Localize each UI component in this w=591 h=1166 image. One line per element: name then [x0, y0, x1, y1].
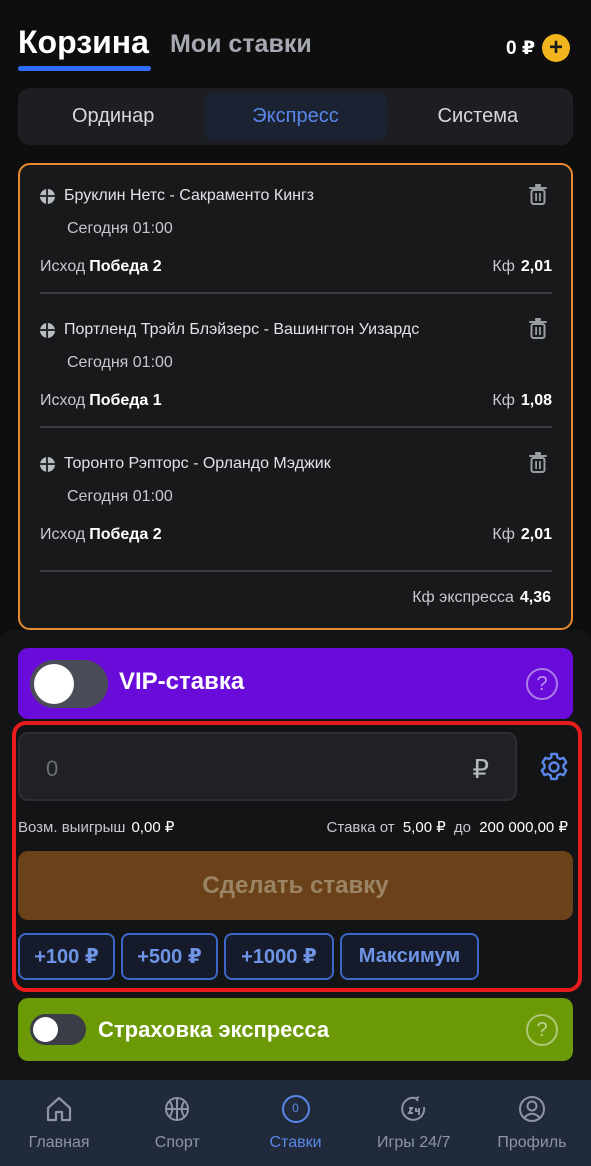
nav-label: Ставки — [269, 1134, 322, 1151]
odds-label: Кф — [492, 526, 515, 543]
outcome-value: Победа 2 — [89, 526, 162, 543]
express-odds: Кф экспресса 4,36 — [412, 589, 551, 607]
tab-cart[interactable]: Корзина — [18, 24, 149, 61]
profile-icon — [518, 1096, 545, 1122]
insurance-label: Страховка экспресса — [98, 1017, 330, 1042]
possible-win-value: 0,00 ₽ — [131, 819, 175, 836]
divider — [40, 570, 552, 572]
stake-amount-input[interactable]: 0 ₽ — [18, 732, 517, 801]
vip-bet-panel: VIP-ставка ? — [18, 648, 573, 719]
bet-event-time: Сегодня 01:00 — [67, 354, 173, 371]
outcome-label: Исход — [40, 526, 86, 543]
outcome-label: Исход — [40, 392, 86, 409]
place-bet-button[interactable]: Сделать ставку — [18, 851, 573, 920]
possible-win-label: Возм. выигрыш — [18, 819, 126, 836]
stake-limits: Ставка от 5,00 ₽ до 200 000,00 ₽ — [327, 818, 572, 836]
odds-value: 1,08 — [520, 392, 552, 409]
header: Корзина Мои ставки 0 ₽ + — [0, 0, 591, 80]
toggle-knob — [34, 664, 74, 704]
nav-home[interactable]: Главная — [0, 1080, 118, 1166]
vip-toggle[interactable] — [30, 660, 108, 708]
stake-max-value: 200 000,00 ₽ — [479, 819, 568, 836]
help-icon[interactable]: ? — [526, 1014, 558, 1046]
quick-add-1000-button[interactable]: +1000 ₽ — [224, 933, 334, 980]
help-icon[interactable]: ? — [526, 668, 558, 700]
balance-amount: 0 ₽ — [506, 38, 536, 59]
stake-min-label: Ставка от — [326, 819, 395, 836]
basketball-icon — [40, 188, 55, 204]
quick-add-500-button[interactable]: +500 ₽ — [121, 933, 218, 980]
odds-value: 2,01 — [520, 526, 552, 543]
outcome-value: Победа 2 — [89, 258, 162, 275]
bet-event-title: Торонто Рэпторс - Орландо Мэджик — [64, 455, 331, 472]
stake-amount-value: 0 — [46, 756, 59, 781]
divider — [40, 426, 552, 428]
basketball-icon — [40, 322, 55, 338]
odds-label: Кф — [492, 392, 515, 409]
trash-icon[interactable] — [528, 183, 548, 205]
segment-system[interactable]: Система — [387, 92, 569, 141]
odds-value: 2,01 — [520, 258, 552, 275]
nav-label: Игры 24/7 — [377, 1134, 451, 1151]
express-insurance-panel: Страховка экспресса ? — [18, 998, 573, 1061]
trash-icon[interactable] — [528, 451, 548, 473]
nav-profile[interactable]: Профиль — [473, 1080, 591, 1166]
currency-symbol: ₽ — [472, 754, 489, 784]
home-icon — [46, 1096, 72, 1122]
basketball-icon — [165, 1097, 190, 1121]
express-odds-value: 4,36 — [519, 589, 551, 606]
nav-label: Профиль — [497, 1134, 567, 1151]
express-odds-label: Кф экспресса — [412, 589, 514, 606]
nav-games[interactable]: Игры 24/7 — [355, 1080, 473, 1166]
nav-label: Спорт — [154, 1134, 200, 1151]
bottom-navigation: Главная Спорт 0 Ставки Игры 24/7 Профиль — [0, 1080, 591, 1166]
nav-bets[interactable]: 0 Ставки — [236, 1080, 354, 1166]
segment-express[interactable]: Экспресс — [204, 92, 387, 141]
gear-icon[interactable] — [538, 751, 570, 783]
stake-max-label: до — [453, 819, 472, 836]
toggle-knob — [33, 1017, 58, 1042]
bets-count-badge: 0 — [292, 1101, 299, 1115]
tab-my-bets[interactable]: Мои ставки — [170, 30, 312, 59]
active-tab-indicator — [18, 66, 151, 71]
nav-sport[interactable]: Спорт — [118, 1080, 236, 1166]
possible-win: Возм. выигрыш 0,00 ₽ — [18, 818, 174, 836]
outcome-label: Исход — [40, 258, 86, 275]
basketball-icon — [40, 456, 55, 472]
outcome-value: Победа 1 — [89, 392, 162, 409]
bet-event-title: Портленд Трэйл Блэйзерс - Вашингтон Уиза… — [64, 321, 420, 338]
segment-single[interactable]: Ординар — [22, 92, 204, 141]
nav-label: Главная — [28, 1134, 90, 1151]
stake-min-value: 5,00 ₽ — [402, 819, 446, 836]
vip-bet-label: VIP-ставка — [119, 668, 245, 695]
quick-add-100-button[interactable]: +100 ₽ — [18, 933, 115, 980]
divider — [40, 292, 552, 294]
bet-type-switcher: Ординар Экспресс Система — [18, 88, 573, 145]
bet-event-time: Сегодня 01:00 — [67, 488, 173, 505]
insurance-toggle[interactable] — [30, 1014, 86, 1045]
trash-icon[interactable] — [528, 317, 548, 339]
add-funds-button[interactable]: + — [542, 34, 570, 62]
max-stake-button[interactable]: Максимум — [340, 933, 479, 980]
bet-slip-list: Бруклин Нетс - Сакраменто Кингз Сегодня … — [18, 163, 573, 630]
games-24-7-icon — [400, 1096, 425, 1121]
odds-label: Кф — [492, 258, 515, 275]
bet-event-time: Сегодня 01:00 — [67, 220, 173, 237]
bet-event-title: Бруклин Нетс - Сакраменто Кингз — [64, 187, 314, 204]
